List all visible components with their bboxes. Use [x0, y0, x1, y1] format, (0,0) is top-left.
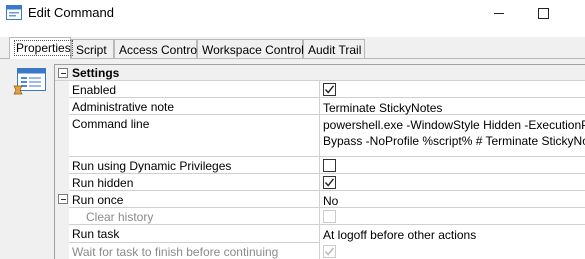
tab-label: Audit Trail: [308, 43, 362, 57]
settings-section-header[interactable]: Settings: [55, 65, 585, 81]
minimize-button[interactable]: [477, 0, 521, 26]
collapse-icon[interactable]: [58, 194, 68, 204]
maximize-icon: [537, 7, 549, 19]
maximize-button[interactable]: [521, 0, 565, 26]
row-run-once: Run once No: [55, 191, 585, 208]
property-name: Wait for task to finish before continuin…: [69, 243, 320, 259]
tab-script[interactable]: Script: [71, 39, 114, 58]
collapse-icon[interactable]: [58, 68, 68, 78]
window-title: Edit Command: [28, 5, 114, 20]
clear-history-checkbox: [323, 210, 336, 223]
command-line-text-2: Bypass -NoProfile %script% # Terminate S…: [323, 134, 585, 148]
run-task-text: At logoff before other actions: [323, 228, 477, 242]
property-name: Run using Dynamic Privileges: [69, 157, 320, 174]
command-line-text-1: powershell.exe -WindowStyle Hidden -Exec…: [323, 118, 585, 132]
property-value: [320, 174, 585, 191]
tab-label: Script: [76, 43, 107, 57]
tab-audit-trail[interactable]: Audit Trail: [303, 39, 365, 58]
tab-workspace-control[interactable]: Workspace Control: [197, 39, 304, 58]
tab-properties[interactable]: Properties: [9, 37, 73, 59]
property-name: Enabled: [69, 81, 320, 98]
row-run-dynamic-privileges: Run using Dynamic Privileges: [55, 157, 585, 174]
property-value: [320, 81, 585, 98]
row-command-line: Command line powershell.exe -WindowStyle…: [55, 115, 585, 157]
enabled-checkbox[interactable]: [323, 83, 336, 96]
property-name: Administrative note: [69, 98, 320, 115]
tab-access-control[interactable]: Access Control: [114, 39, 200, 58]
wait-for-task-checkbox: [323, 245, 336, 258]
run-once-value[interactable]: No: [320, 191, 585, 208]
property-name: Command line: [69, 115, 320, 157]
run-hidden-checkbox[interactable]: [323, 176, 336, 189]
title-bar: Edit Command: [0, 0, 585, 26]
row-clear-history: Clear history: [55, 208, 585, 225]
tab-label: Access Control: [119, 43, 200, 57]
run-task-value[interactable]: At logoff before other actions: [320, 225, 585, 243]
tab-label: Properties: [14, 40, 73, 56]
row-wait-for-task: Wait for task to finish before continuin…: [55, 243, 585, 259]
property-name: Clear history: [69, 208, 320, 225]
minimize-icon: [494, 12, 504, 14]
tab-label: Workspace Control: [202, 43, 304, 57]
app-window-icon: [6, 5, 22, 20]
property-name: Run task: [69, 225, 320, 243]
property-value: [320, 157, 585, 174]
row-administrative-note: Administrative note Terminate StickyNote…: [55, 98, 585, 115]
property-grid: Settings Enabled Administrative note Ter…: [54, 64, 585, 259]
property-name: Run once: [69, 191, 320, 208]
section-label: Settings: [72, 66, 120, 80]
row-run-task: Run task At logoff before other actions: [55, 225, 585, 243]
property-value: [320, 243, 585, 259]
row-run-hidden: Run hidden: [55, 174, 585, 191]
properties-window-icon: [11, 66, 51, 100]
command-line-value[interactable]: powershell.exe -WindowStyle Hidden -Exec…: [320, 115, 585, 157]
row-enabled: Enabled: [55, 81, 585, 98]
property-value: [320, 208, 585, 225]
property-name: Run hidden: [69, 174, 320, 191]
dynamic-privileges-checkbox[interactable]: [323, 159, 336, 172]
administrative-note-value[interactable]: Terminate StickyNotes: [320, 98, 585, 115]
